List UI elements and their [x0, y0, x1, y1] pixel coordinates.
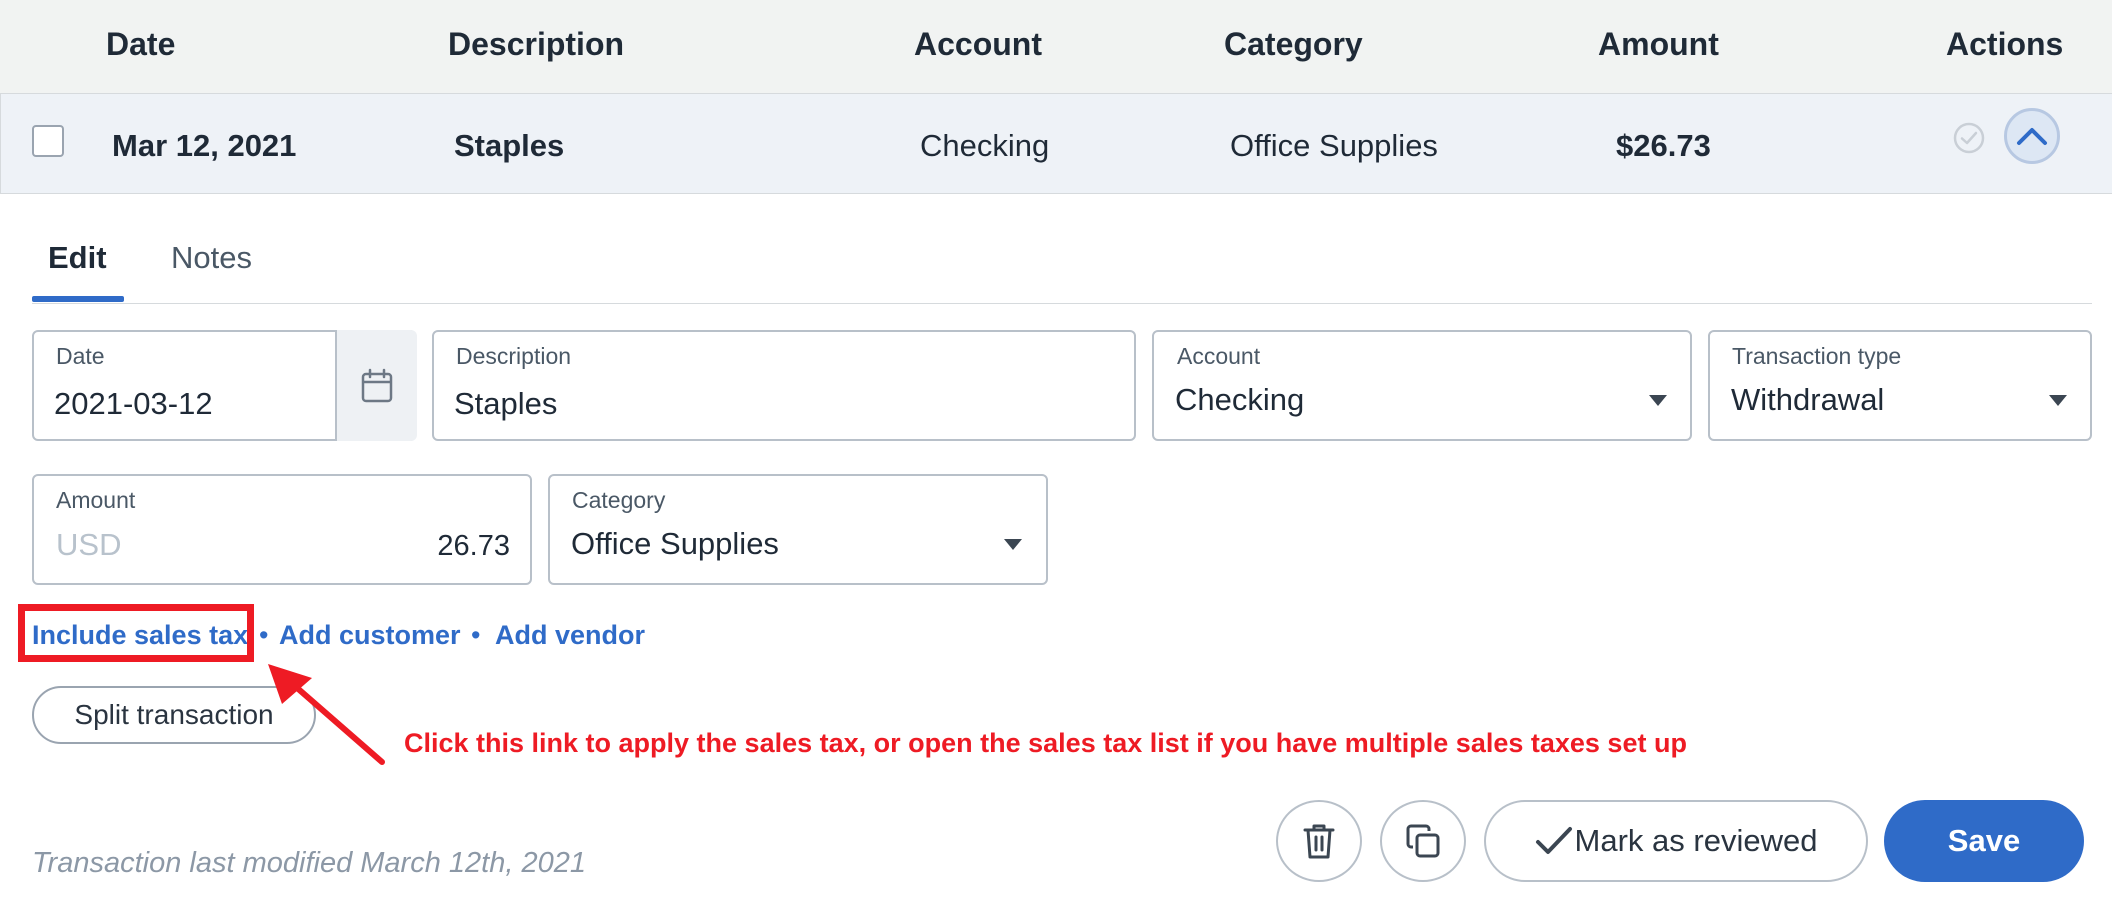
- chevron-down-icon: [1004, 539, 1022, 550]
- calendar-icon: [361, 368, 393, 402]
- row-date: Mar 12, 2021: [112, 128, 297, 163]
- row-account: Checking: [920, 128, 1050, 163]
- amount-currency: USD: [56, 527, 122, 562]
- copy-icon: [1406, 824, 1440, 858]
- save-button[interactable]: Save: [1884, 800, 2084, 882]
- amount-field-value[interactable]: 26.73: [400, 530, 510, 563]
- checkmark-icon: [1535, 827, 1572, 854]
- column-header-category[interactable]: Category: [1224, 26, 1363, 63]
- trash-icon: [1303, 824, 1335, 859]
- delete-button[interactable]: [1276, 800, 1362, 882]
- account-select-label: Account: [1177, 343, 1261, 369]
- row-category: Office Supplies: [1230, 128, 1438, 163]
- tab-edit[interactable]: Edit: [48, 240, 107, 276]
- category-select-value: Office Supplies: [571, 526, 779, 561]
- annotation-text: Click this link to apply the sales tax, …: [404, 728, 1687, 758]
- annotation-arrow-icon: [268, 664, 385, 765]
- tab-edit-indicator: [32, 296, 124, 302]
- column-header-description[interactable]: Description: [448, 26, 624, 63]
- description-field-label: Description: [456, 343, 572, 369]
- collapse-row-button[interactable]: [2004, 108, 2060, 164]
- date-field-value[interactable]: 2021-03-12: [54, 386, 213, 422]
- chevron-up-icon: [2017, 128, 2047, 145]
- account-select-value: Checking: [1175, 382, 1305, 417]
- chevron-down-icon: [1649, 395, 1667, 406]
- link-separator: •: [471, 620, 481, 650]
- calendar-button[interactable]: [335, 330, 417, 441]
- date-field-label: Date: [56, 343, 105, 369]
- add-customer-link[interactable]: Add customer: [279, 620, 461, 651]
- description-field-value[interactable]: Staples: [454, 386, 557, 422]
- table-header: [0, 0, 2112, 94]
- row-checkbox[interactable]: [32, 125, 64, 157]
- column-header-actions: Actions: [1946, 26, 2064, 62]
- tab-notes[interactable]: Notes: [171, 240, 252, 276]
- annotation-highlight-box: [18, 604, 254, 662]
- duplicate-button[interactable]: [1380, 800, 1466, 882]
- column-header-amount[interactable]: Amount: [1598, 26, 1719, 63]
- tab-divider: [32, 303, 2092, 304]
- transaction-type-value: Withdrawal: [1731, 382, 1885, 417]
- mark-as-reviewed-button[interactable]: Mark as reviewed: [1484, 800, 1868, 882]
- chevron-down-icon: [2049, 395, 2067, 406]
- add-vendor-link[interactable]: Add vendor: [495, 620, 645, 651]
- review-check-icon[interactable]: [1953, 122, 1985, 154]
- last-modified-text: Transaction last modified March 12th, 20…: [32, 847, 586, 879]
- column-header-account[interactable]: Account: [914, 26, 1042, 63]
- link-separator: •: [259, 620, 269, 650]
- row-amount: $26.73: [1616, 128, 1711, 163]
- category-select-label: Category: [572, 487, 666, 513]
- row-description: Staples: [454, 128, 565, 163]
- transaction-type-label: Transaction type: [1732, 343, 1902, 369]
- mark-as-reviewed-label: Mark as reviewed: [1574, 823, 1818, 858]
- column-header-date[interactable]: Date: [106, 26, 175, 63]
- table-row[interactable]: [0, 94, 2112, 194]
- amount-field-label: Amount: [56, 487, 136, 513]
